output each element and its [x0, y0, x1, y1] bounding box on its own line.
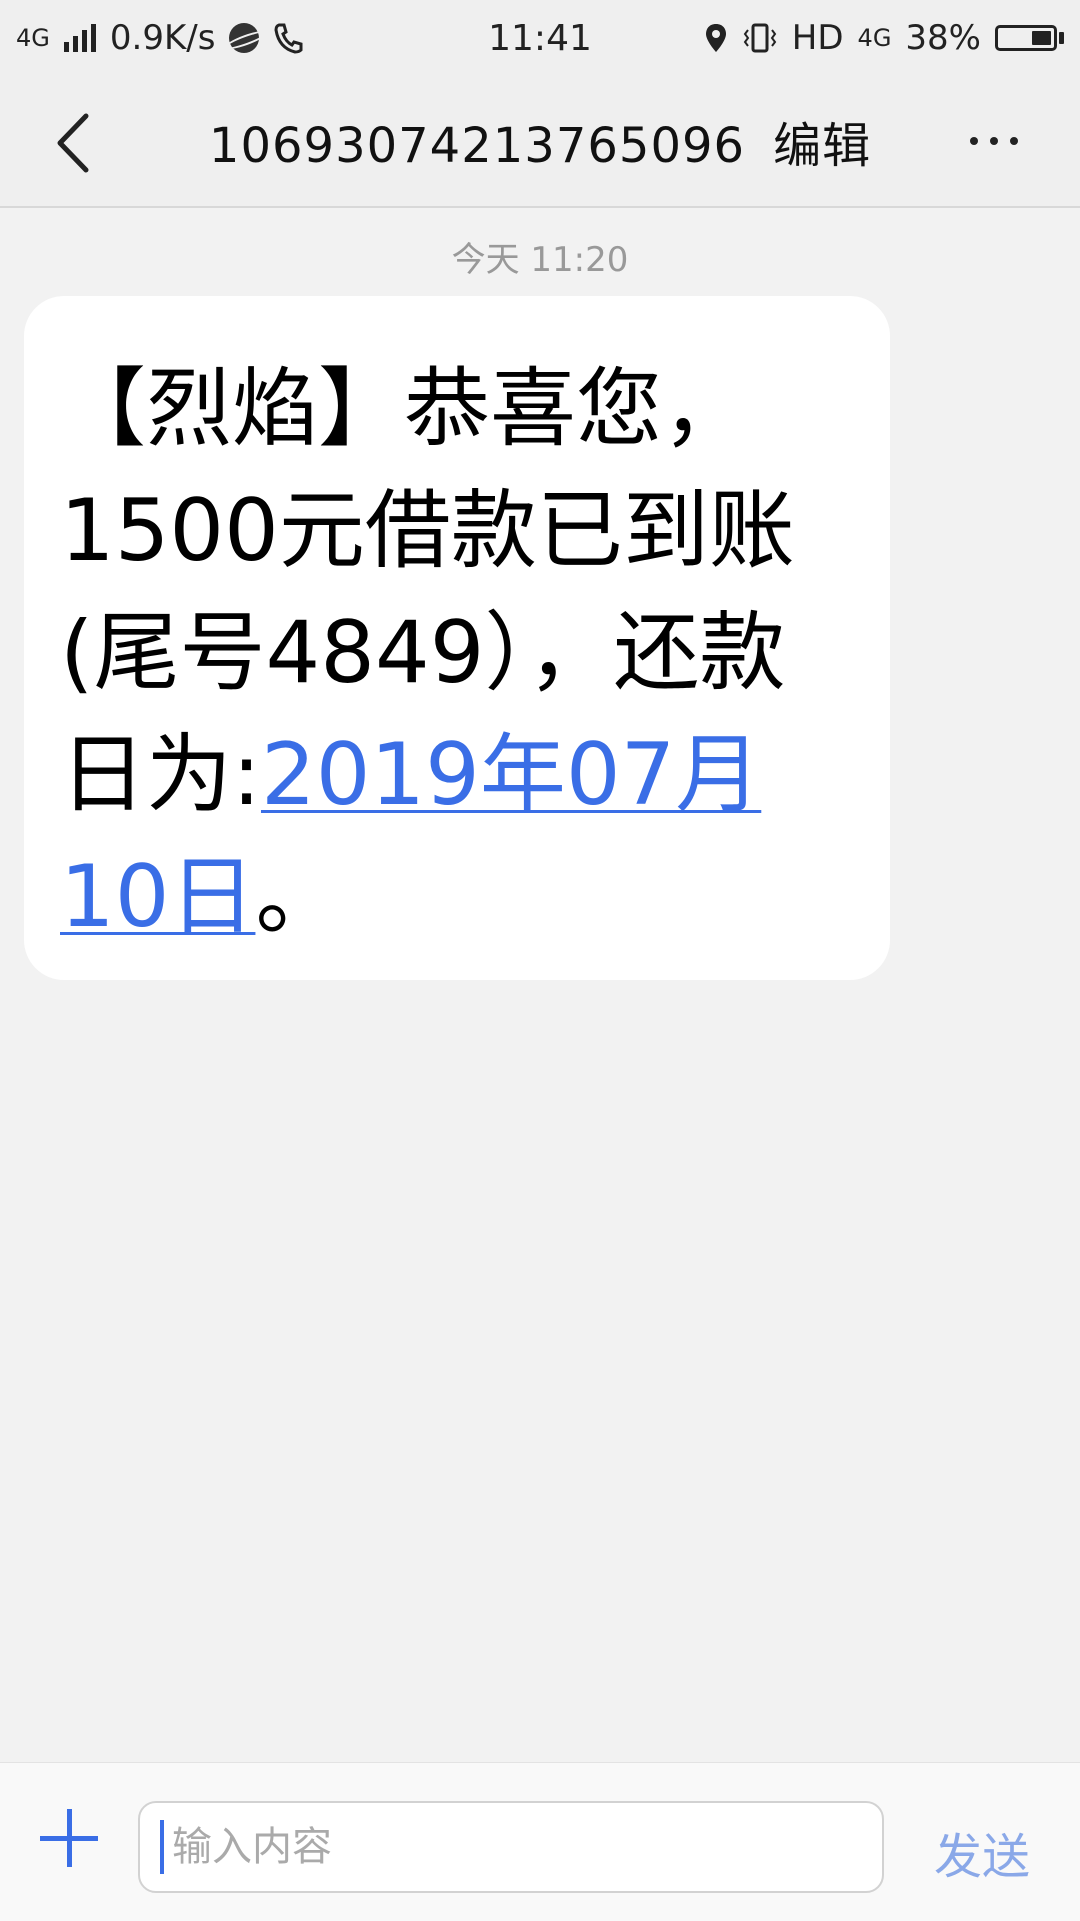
more-options-button[interactable]	[970, 126, 1040, 156]
network-type-secondary: 4G	[857, 24, 892, 52]
dot-icon	[970, 137, 978, 145]
network-type: 4G	[16, 24, 50, 52]
status-right: HD 4G 38%	[704, 18, 1064, 58]
status-left: 4G 0.9K/s	[16, 18, 303, 58]
battery-percent: 38%	[905, 18, 981, 58]
message-input[interactable]	[170, 1823, 854, 1871]
clock: 11:41	[488, 17, 592, 59]
compose-bar: 发送	[0, 1762, 1080, 1921]
hd-indicator: HD	[791, 18, 844, 58]
text-caret	[160, 1820, 164, 1874]
dot-icon	[1010, 137, 1018, 145]
dot-icon	[990, 137, 998, 145]
message-timestamp: 今天 11:20	[451, 240, 629, 280]
status-bar: 4G 0.9K/s 11:41 HD 4G 38%	[0, 0, 1080, 76]
edit-contact-button[interactable]: 编辑	[773, 118, 871, 174]
location-icon	[705, 24, 726, 52]
signal-icon	[63, 24, 96, 52]
message-bubble[interactable]: 【烈焰】恭喜您，1500元借款已到账(尾号4849），还款日为:2019年07月…	[24, 296, 890, 980]
vibrate-icon	[743, 23, 777, 53]
sender-number: 10693074213765096	[208, 118, 746, 174]
network-speed: 0.9K/s	[109, 18, 216, 58]
phone-call-icon	[274, 23, 303, 54]
battery-icon	[995, 25, 1064, 51]
conversation-header: 10693074213765096 编辑	[0, 76, 1080, 208]
message-text-end: 。	[255, 847, 342, 947]
page-title: 10693074213765096 编辑	[0, 106, 1080, 176]
app-notification-icon	[229, 23, 260, 53]
message-input-container[interactable]	[138, 1801, 884, 1893]
attach-plus-button[interactable]	[40, 1809, 98, 1867]
send-button[interactable]: 发送	[934, 1817, 1030, 1887]
